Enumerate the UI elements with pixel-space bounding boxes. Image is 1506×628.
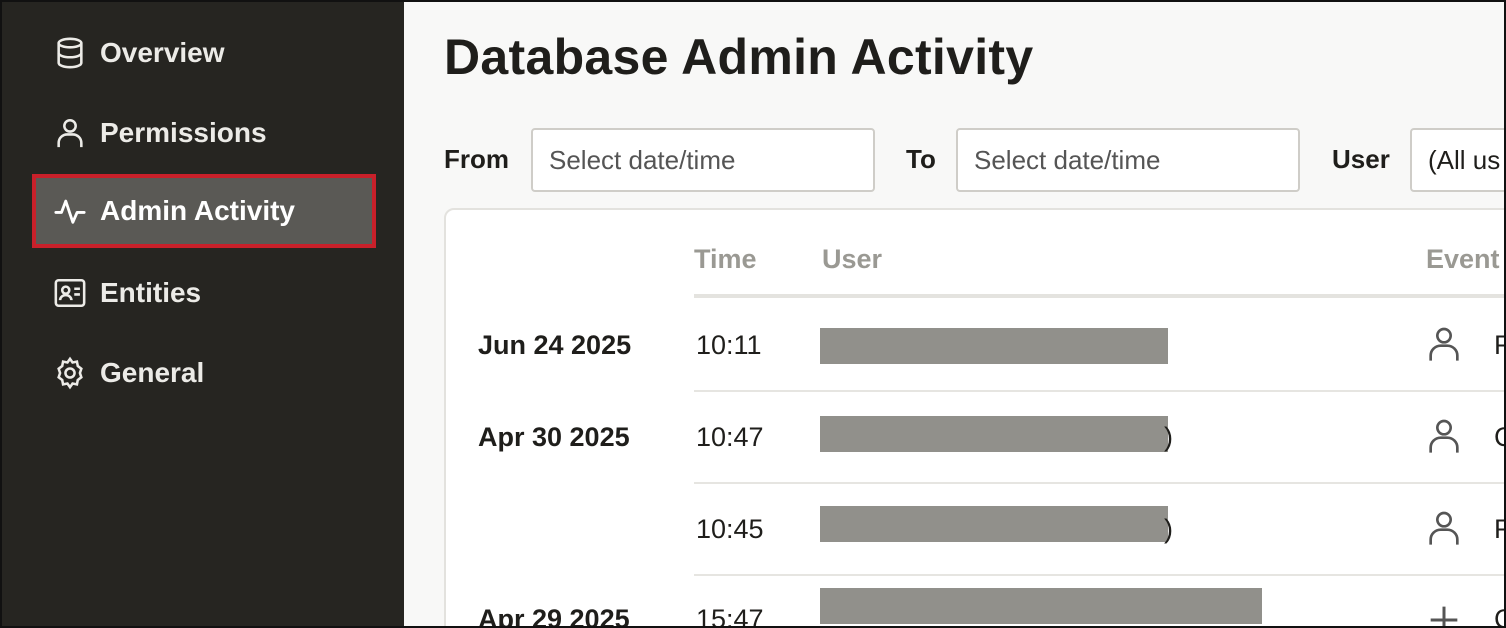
row-divider: [694, 390, 1504, 392]
row-divider: [694, 482, 1504, 484]
sidebar-item-label: Entities: [100, 277, 202, 308]
from-label: From: [444, 144, 509, 174]
main-content: Database Admin Activity From To User (Al…: [404, 2, 1504, 626]
redacted-user: [820, 588, 1262, 624]
sidebar-item-general[interactable]: General: [32, 336, 376, 410]
row-date: Apr 29 2025: [478, 604, 630, 628]
user-filter-label: User: [1332, 144, 1390, 174]
sidebar-item-entities[interactable]: Entities: [32, 256, 376, 330]
user-icon: [1429, 511, 1459, 545]
sidebar: Overview Permissions Admin Activity Enti…: [2, 2, 404, 626]
redacted-user: [820, 328, 1168, 364]
redacted-user: [820, 506, 1168, 542]
sidebar-item-label: Permissions: [100, 117, 267, 148]
gear-icon: [52, 355, 88, 391]
app-window: Overview Permissions Admin Activity Enti…: [0, 0, 1506, 628]
redacted-user: [820, 416, 1168, 452]
id-card-icon: [52, 275, 88, 311]
user-icon: [1429, 327, 1459, 361]
row-event: C: [1494, 422, 1504, 453]
row-time: 10:45: [696, 514, 764, 544]
plus-icon: [1430, 606, 1458, 626]
page-title: Database Admin Activity: [444, 29, 1034, 85]
row-event: R: [1494, 330, 1504, 361]
activity-icon: [52, 193, 88, 229]
activity-table: Time User Event Jun 24 2025 10:11 R Apr …: [444, 208, 1504, 628]
row-time: 10:47: [696, 422, 764, 452]
user-suffix: ): [1164, 422, 1173, 452]
sidebar-item-label: Overview: [100, 37, 225, 68]
user-filter-value: (All us: [1428, 145, 1501, 175]
row-divider: [694, 574, 1504, 576]
header-divider: [694, 294, 1504, 298]
user-icon: [52, 115, 88, 151]
sidebar-item-overview[interactable]: Overview: [32, 16, 376, 90]
row-event: C: [1494, 604, 1504, 626]
column-header-user[interactable]: User: [822, 244, 882, 275]
row-time: 10:11: [696, 330, 762, 360]
user-suffix: ): [1164, 514, 1173, 544]
to-label: To: [906, 144, 936, 174]
from-date-input[interactable]: [531, 128, 875, 192]
to-date-input[interactable]: [956, 128, 1300, 192]
row-date: Apr 30 2025: [478, 422, 630, 452]
user-icon: [1429, 419, 1459, 453]
sidebar-item-label: Admin Activity: [100, 195, 295, 226]
row-time: 15:47: [696, 604, 764, 628]
database-icon: [52, 35, 88, 71]
sidebar-item-label: General: [100, 357, 205, 388]
sidebar-item-permissions[interactable]: Permissions: [32, 96, 376, 170]
user-filter-select[interactable]: (All us: [1410, 128, 1504, 192]
sidebar-item-admin-activity[interactable]: Admin Activity: [32, 174, 376, 248]
column-header-event[interactable]: Event: [1426, 244, 1500, 275]
column-header-time[interactable]: Time: [694, 244, 757, 275]
row-event: R: [1494, 514, 1504, 545]
row-date: Jun 24 2025: [478, 330, 632, 360]
